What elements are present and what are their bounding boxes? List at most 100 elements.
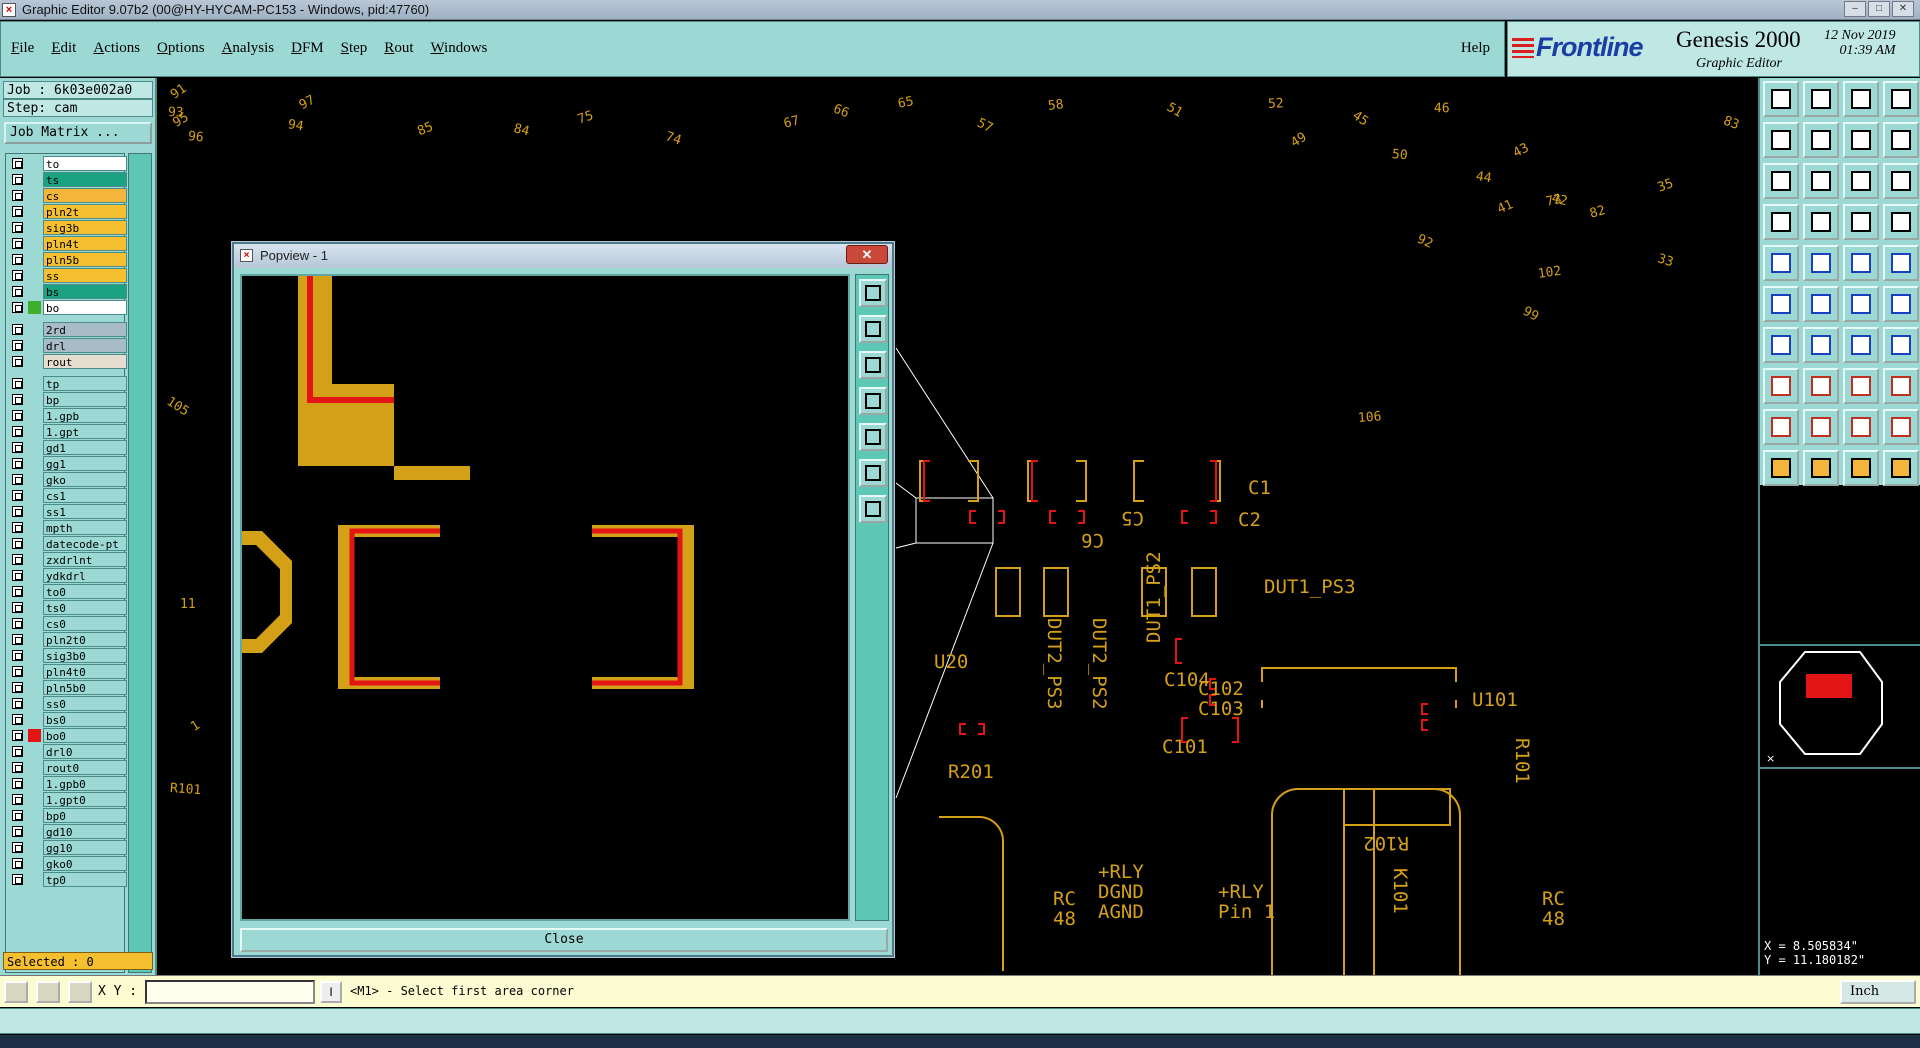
add-line-button[interactable]	[1803, 368, 1839, 404]
layer-row-gd1[interactable]: gd1	[10, 440, 128, 455]
add-pad-button[interactable]	[1763, 368, 1799, 404]
layer-row-zxdrlnt[interactable]: zxdrlnt	[10, 552, 128, 567]
layer-row-pln2t0[interactable]: pln2t0	[10, 632, 128, 647]
info-icon[interactable]: I	[320, 981, 342, 1003]
layer-row-bo0[interactable]: bo0	[10, 728, 128, 743]
export-button[interactable]	[859, 423, 887, 451]
step-next-button[interactable]	[1803, 122, 1839, 158]
text-a-button[interactable]	[1763, 409, 1799, 445]
layer-row-tp[interactable]: tp	[10, 376, 128, 391]
minimap[interactable]: ×	[1760, 644, 1920, 769]
layer-checkbox[interactable]	[12, 286, 23, 297]
layer-row-gko[interactable]: gko	[10, 472, 128, 487]
minimize-button[interactable]: –	[1844, 1, 1866, 17]
zoom-window-button[interactable]	[859, 279, 887, 307]
layer-checkbox[interactable]	[12, 778, 23, 789]
text-d-button[interactable]	[1883, 409, 1919, 445]
cursor-mode-icon[interactable]	[4, 981, 28, 1003]
layer-checkbox[interactable]	[12, 714, 23, 725]
layer-checkbox[interactable]	[12, 858, 23, 869]
layer-row-bo[interactable]: bo	[10, 300, 128, 315]
window-button[interactable]	[1843, 122, 1879, 158]
unit-select[interactable]: Inch	[1840, 980, 1916, 1004]
menu-edit[interactable]: Edit	[51, 40, 76, 57]
zoom-center-button[interactable]	[859, 495, 887, 523]
step-prev-button[interactable]	[1763, 122, 1799, 158]
layer-row-gko0[interactable]: gko0	[10, 856, 128, 871]
layer-checkbox[interactable]	[12, 842, 23, 853]
popview-titlebar[interactable]: × Popview - 1 ✕	[234, 244, 892, 268]
help-button[interactable]	[1883, 163, 1919, 199]
layer-checkbox[interactable]	[12, 874, 23, 885]
text-c-button[interactable]	[1843, 409, 1879, 445]
move-button[interactable]	[1843, 368, 1879, 404]
layer-checkbox[interactable]	[12, 602, 23, 613]
drc-button[interactable]	[1883, 327, 1919, 363]
layer-row-drl[interactable]: drl	[10, 338, 128, 353]
layer-row-ss1[interactable]: ss1	[10, 504, 128, 519]
layer-checkbox[interactable]	[12, 810, 23, 821]
popview-close-button[interactable]: Close	[240, 928, 888, 952]
layer-checkbox[interactable]	[12, 698, 23, 709]
layer-checkbox[interactable]	[12, 206, 23, 217]
layer-row-ts0[interactable]: ts0	[10, 600, 128, 615]
pointer-button[interactable]	[1763, 450, 1799, 486]
layer-checkbox[interactable]	[12, 746, 23, 757]
layer-checkbox[interactable]	[12, 522, 23, 533]
menu-file[interactable]: File	[11, 40, 34, 57]
layer-checkbox[interactable]	[12, 302, 23, 313]
layer-row-ts[interactable]: ts	[10, 172, 128, 187]
menu-windows[interactable]: Windows	[430, 40, 487, 57]
ruler-button[interactable]	[1843, 245, 1879, 281]
snap-button[interactable]	[1763, 204, 1799, 240]
layer-checkbox[interactable]	[12, 340, 23, 351]
save-button[interactable]	[1803, 81, 1839, 117]
layer-row-1.gpt[interactable]: 1.gpt	[10, 424, 128, 439]
home-button[interactable]	[1843, 81, 1879, 117]
layer-checkbox[interactable]	[12, 650, 23, 661]
scale-1to1-button[interactable]	[1843, 163, 1879, 199]
layer-row-cs0[interactable]: cs0	[10, 616, 128, 631]
layer-row-bp0[interactable]: bp0	[10, 808, 128, 823]
layer-checkbox[interactable]	[12, 618, 23, 629]
layer-row-pln5b0[interactable]: pln5b0	[10, 680, 128, 695]
layer-checkbox[interactable]	[12, 634, 23, 645]
rotate-button[interactable]	[1843, 327, 1879, 363]
layer-row-ss[interactable]: ss	[10, 268, 128, 283]
snap-mode-icon[interactable]	[36, 981, 60, 1003]
layer-checkbox[interactable]	[12, 270, 23, 281]
layer-row-cs[interactable]: cs	[10, 188, 128, 203]
select-net-button[interactable]	[1803, 286, 1839, 322]
save-button[interactable]	[859, 351, 887, 379]
job-matrix-button[interactable]: Job Matrix ...	[4, 122, 152, 144]
net-button[interactable]	[1763, 286, 1799, 322]
layer-checkbox[interactable]	[12, 730, 23, 741]
popview-close-x-button[interactable]: ✕	[846, 245, 888, 264]
layer-button[interactable]	[1883, 81, 1919, 117]
maximize-button[interactable]: □	[1868, 1, 1890, 17]
layer-checkbox[interactable]	[12, 356, 23, 367]
layer-checkbox[interactable]	[12, 410, 23, 421]
layer-checkbox[interactable]	[12, 190, 23, 201]
layer-row-bs[interactable]: bs	[10, 284, 128, 299]
layer-row-gg1[interactable]: gg1	[10, 456, 128, 471]
layer-row-bp[interactable]: bp	[10, 392, 128, 407]
close-window-button[interactable]: ✕	[1892, 1, 1914, 17]
layer-checkbox[interactable]	[12, 794, 23, 805]
pad-button[interactable]	[1763, 245, 1799, 281]
popview-canvas[interactable]	[240, 274, 850, 921]
menu-rout[interactable]: Rout	[384, 40, 413, 57]
layer-checkbox[interactable]	[12, 158, 23, 169]
layer-row-rout[interactable]: rout	[10, 354, 128, 369]
layer-checkbox[interactable]	[12, 490, 23, 501]
layer-row-1.gpt0[interactable]: 1.gpt0	[10, 792, 128, 807]
import-button[interactable]	[859, 387, 887, 415]
grid-mode-icon[interactable]	[68, 981, 92, 1003]
layer-checkbox[interactable]	[12, 238, 23, 249]
layer-checkbox[interactable]	[12, 538, 23, 549]
open-button[interactable]	[859, 315, 887, 343]
layer-row-sig3b0[interactable]: sig3b0	[10, 648, 128, 663]
menu-help[interactable]: Help	[1461, 40, 1490, 57]
select-button[interactable]	[1803, 450, 1839, 486]
layer-row-2rd[interactable]: 2rd	[10, 322, 128, 337]
